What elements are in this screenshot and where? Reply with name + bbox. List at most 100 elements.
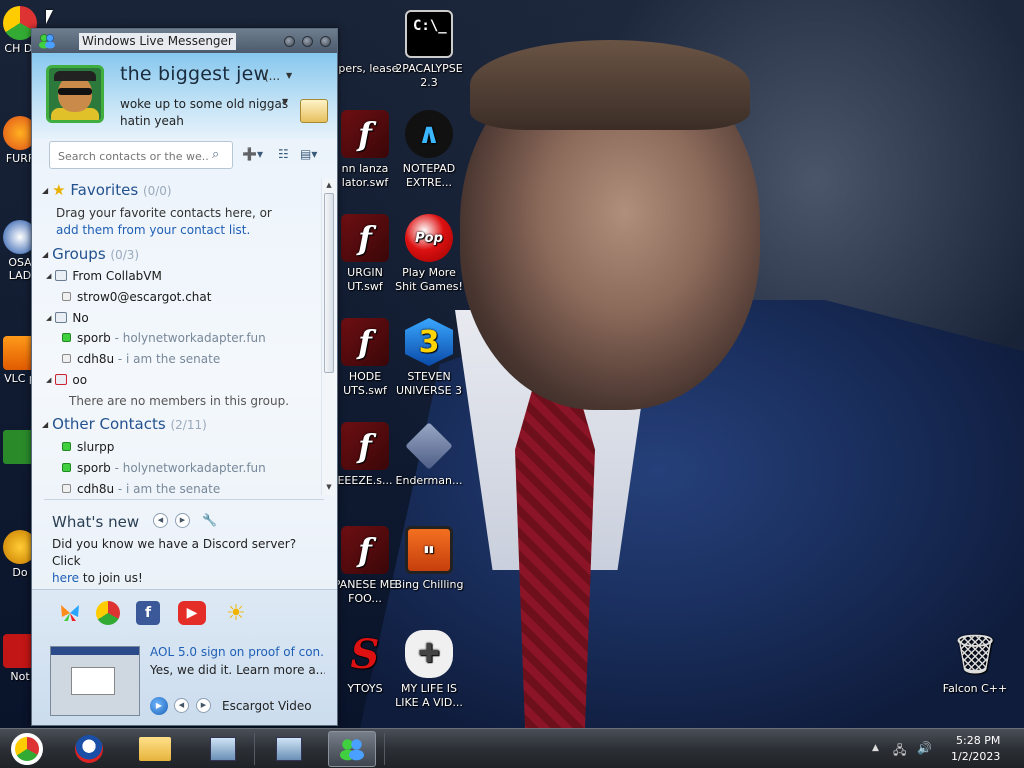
separator: -: [114, 352, 127, 366]
previous-icon[interactable]: ◀: [153, 513, 168, 528]
previous-icon[interactable]: ◀: [174, 698, 189, 713]
view-options-icon[interactable]: ☷: [278, 147, 289, 163]
chevron-down-icon[interactable]: ▼: [282, 97, 288, 106]
play-icon[interactable]: ▶: [150, 697, 168, 715]
avatar-hat: [54, 71, 96, 81]
clock-date[interactable]: 1/2/2023: [951, 750, 1000, 763]
msn-butterfly-icon[interactable]: [58, 601, 82, 625]
scroll-up-icon[interactable]: ▲: [323, 179, 335, 191]
desktop-icon-ytoys[interactable]: S YTOYS: [330, 630, 400, 696]
search-icon[interactable]: ⌕: [212, 148, 226, 162]
desktop-icon-swf-4[interactable]: f EEEZE.s...: [330, 422, 400, 488]
start-button[interactable]: [4, 731, 50, 767]
taskbar-explorer[interactable]: [132, 731, 178, 767]
add-contact-icon[interactable]: ➕▾: [242, 147, 263, 163]
online-status-icon: [62, 463, 71, 472]
desktop-icon-papers[interactable]: apers, lease: [330, 10, 400, 76]
group-header-other-contacts[interactable]: ◢ Other Contacts (2/11): [42, 415, 207, 433]
obama-icon: [75, 735, 103, 763]
notepad-icon: ∧: [405, 110, 453, 158]
minimize-button[interactable]: [284, 36, 295, 47]
taskbar-network-1[interactable]: [200, 731, 246, 767]
subgroup-oo[interactable]: ◢ oo: [46, 373, 87, 387]
volume-icon[interactable]: 🔊: [917, 741, 932, 755]
collapse-triangle-icon: ◢: [42, 186, 49, 195]
desktop-icon-mylife[interactable]: ✚ MY LIFE IS LIKE A VID...: [394, 630, 464, 710]
taskbar-obama[interactable]: [66, 731, 112, 767]
taskbar-network-2[interactable]: [266, 731, 312, 767]
folder-icon: [139, 737, 171, 761]
video-thumbnail[interactable]: [50, 646, 140, 716]
network-tray-icon[interactable]: 🖧: [893, 741, 906, 762]
display-name[interactable]: the biggest jew: [120, 63, 269, 85]
layout-icon[interactable]: ▤▾: [300, 147, 317, 163]
group-header-groups[interactable]: ◢ Groups (0/3): [42, 245, 139, 263]
subgroup-from-collabvm[interactable]: ◢ From CollabVM: [46, 269, 162, 283]
chevron-down-icon[interactable]: ▼: [286, 71, 292, 80]
desktop-icon-swf-2[interactable]: f URGIN UT.swf: [330, 214, 400, 294]
discord-link[interactable]: here: [52, 571, 79, 585]
contact-name: sporb: [77, 331, 111, 345]
contact-name: cdh8u: [77, 352, 115, 366]
close-button[interactable]: [320, 36, 331, 47]
search-input[interactable]: [58, 148, 208, 164]
contact-list: ◢ ★ Favorites (0/0) Drag your favorite co…: [32, 177, 337, 497]
tray-expand-icon[interactable]: ▲: [872, 743, 879, 753]
chrome-icon[interactable]: [96, 601, 120, 625]
search-box[interactable]: ⌕: [49, 141, 233, 169]
desktop-icon-swf-5[interactable]: f PANESE ME FOO...: [330, 526, 400, 606]
desktop-icon-popcap[interactable]: Pop Play More Shit Games!: [394, 214, 464, 294]
scroll-thumb[interactable]: [324, 193, 334, 373]
wrench-icon[interactable]: 🔧: [202, 513, 217, 527]
subgroup-no[interactable]: ◢ No: [46, 311, 89, 325]
personal-message: holynetworkadapter.fun: [122, 461, 266, 475]
whats-new-text: Did you know we have a Discord server? C…: [52, 536, 327, 587]
sun-icon[interactable]: ☀: [224, 601, 248, 626]
youtube-icon[interactable]: ▶: [178, 601, 206, 625]
group-header-favorites[interactable]: ◢ ★ Favorites (0/0): [42, 181, 172, 199]
flash-icon: f: [341, 318, 389, 366]
contact-item[interactable]: sporb - holynetworkadapter.fun: [62, 461, 266, 475]
subgroup-label: From CollabVM: [72, 269, 162, 283]
contact-item[interactable]: slurpp: [62, 440, 114, 454]
status-message[interactable]: woke up to some old niggas hatin yeah: [120, 96, 300, 130]
desktop-icon-swf-3[interactable]: f HODE UTS.swf: [330, 318, 400, 398]
online-status-icon: [62, 333, 71, 342]
wallpaper-hair: [470, 40, 750, 130]
next-icon[interactable]: ▶: [196, 698, 211, 713]
desktop-icon-notepad[interactable]: ∧ NOTEPAD EXTRE...: [394, 110, 464, 190]
desktop-icon-label: URGIN UT.swf: [347, 266, 383, 293]
desktop-icon-steven[interactable]: 3 STEVEN UNIVERSE 3: [394, 318, 464, 398]
status-indicator[interactable]: (...: [264, 69, 280, 83]
desktop-icon-label: NOTEPAD EXTRE...: [402, 162, 456, 189]
maximize-button[interactable]: [302, 36, 313, 47]
desktop-icon-bing[interactable]: ▮▮ Bing Chilling: [394, 526, 464, 592]
desktop-icon-swf-1[interactable]: f nn lanza lator.swf: [330, 110, 400, 190]
desktop-icon-2pacalypse[interactable]: C:\_ 2PACALYPSE 2.3: [394, 10, 464, 90]
avatar[interactable]: [46, 65, 104, 123]
contact-name: cdh8u: [77, 482, 115, 496]
scrollbar[interactable]: ▲ ▼: [321, 179, 335, 495]
desktop-icon-label: Bing Chilling: [394, 578, 464, 591]
add-contacts-link[interactable]: add them from your contact list.: [56, 223, 250, 237]
favorites-hint-link[interactable]: add them from your contact list.: [56, 222, 250, 239]
window-title: Windows Live Messenger: [79, 33, 236, 50]
network-icon: [276, 737, 302, 761]
clock-time[interactable]: 5:28 PM: [956, 734, 1000, 747]
group-count: (0/0): [142, 184, 172, 198]
contact-item[interactable]: cdh8u - i am the senate: [62, 482, 220, 496]
separator: -: [114, 482, 127, 496]
contact-item[interactable]: strow0@escargot.chat: [62, 290, 211, 304]
contact-item[interactable]: cdh8u - i am the senate: [62, 352, 220, 366]
next-icon[interactable]: ▶: [175, 513, 190, 528]
title-bar[interactable]: Windows Live Messenger: [32, 29, 337, 53]
scroll-down-icon[interactable]: ▼: [323, 481, 335, 493]
video-title[interactable]: AOL 5.0 sign on proof of con...: [150, 645, 325, 659]
mail-icon[interactable]: [300, 99, 328, 123]
facebook-icon[interactable]: f: [136, 601, 160, 625]
desktop-icon-enderman[interactable]: Enderman...: [394, 422, 464, 488]
desktop-icon-label: EEEZE.s...: [337, 474, 393, 487]
desktop-icon-falcon[interactable]: 🗑 Falcon C++: [940, 630, 1010, 696]
taskbar-messenger[interactable]: [328, 731, 376, 767]
contact-item[interactable]: sporb - holynetworkadapter.fun: [62, 331, 266, 345]
